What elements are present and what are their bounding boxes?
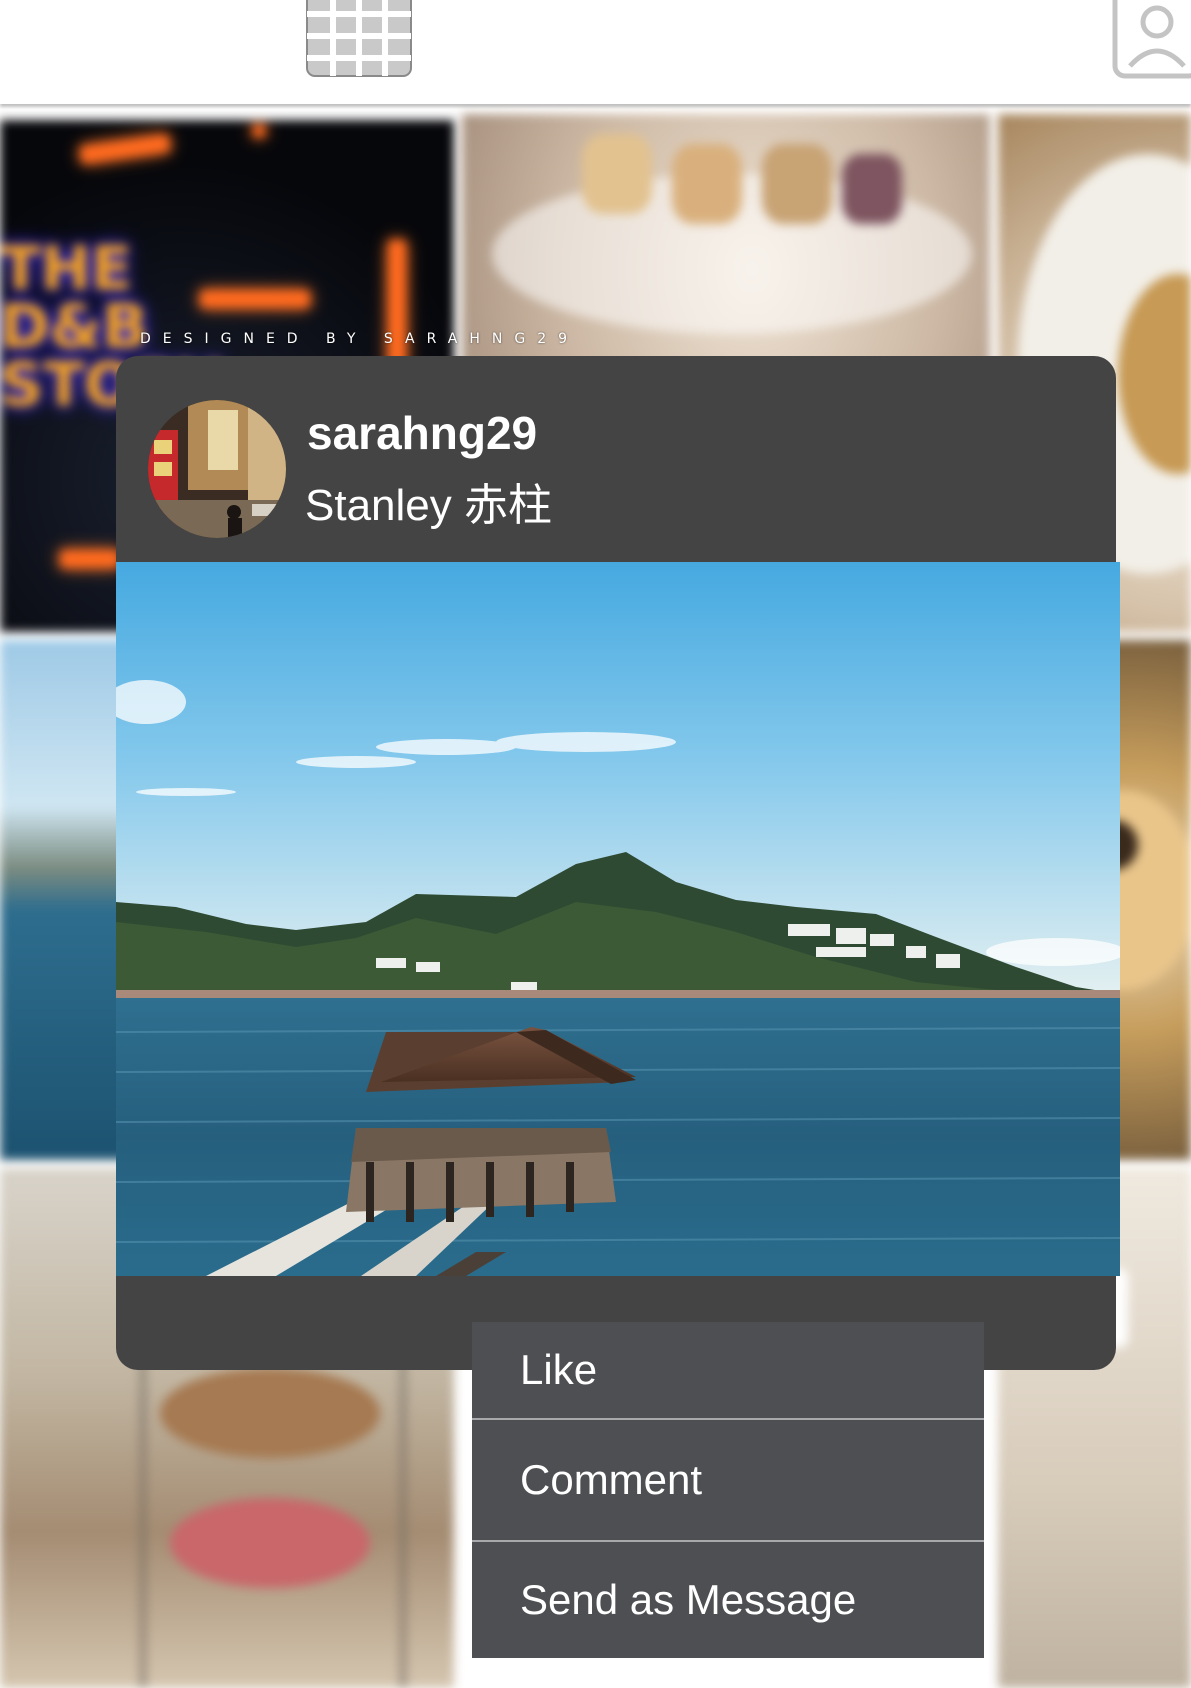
post-username[interactable]: sarahng29: [307, 406, 537, 460]
post-location[interactable]: Stanley 赤柱: [305, 469, 552, 533]
tagged-photos-tab[interactable]: [1112, 0, 1191, 80]
top-tab-bar: [0, 0, 1191, 104]
grid-view-tab[interactable]: [305, 0, 417, 80]
neon-sign-text: THE D&B STORY: [0, 234, 222, 420]
like-button[interactable]: Like: [472, 1322, 984, 1418]
street-scene-avatar: [148, 400, 286, 538]
send-as-message-button[interactable]: Send as Message: [472, 1542, 984, 1658]
comment-button[interactable]: Comment: [472, 1420, 984, 1540]
grid-icon: [306, 0, 412, 77]
user-profile-icon: [1112, 0, 1191, 79]
designer-watermark: DESIGNED BY SARAHNG29: [140, 331, 580, 347]
post-photo[interactable]: [116, 562, 1120, 1276]
peek-action-menu: Like Comment Send as Message: [472, 1322, 984, 1658]
post-preview-card: sarahng29 Stanley 赤柱: [116, 356, 1120, 1370]
user-avatar[interactable]: [148, 400, 286, 538]
